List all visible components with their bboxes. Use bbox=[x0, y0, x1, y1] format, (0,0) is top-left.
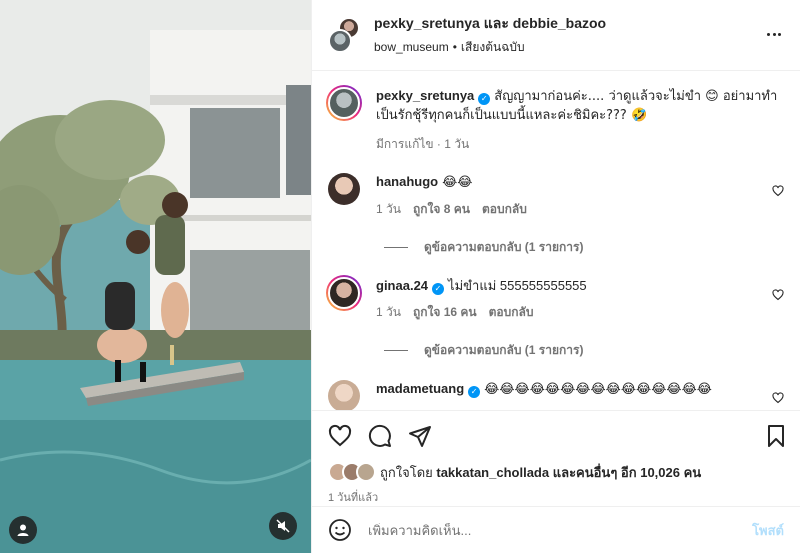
post-authors: pexky_sretunya และ debbie_bazoo bbox=[374, 13, 606, 35]
authors-conjunction: และ bbox=[483, 15, 509, 31]
comment-body: hanahugo 😂😂 1 วัน ถูกใจ 8 คน ตอบกลับ bbox=[376, 173, 784, 218]
avatar[interactable] bbox=[328, 173, 360, 205]
likes-prefix: ถูกใจโดย bbox=[380, 464, 433, 480]
header-text: pexky_sretunya และ debbie_bazoo bow_muse… bbox=[374, 13, 606, 57]
post-timestamp: 1 วันที่แล้ว bbox=[328, 492, 379, 504]
view-replies-label: ดูข้อความตอบกลับ (1 รายการ) bbox=[424, 240, 584, 254]
verified-badge-icon: ✓ bbox=[478, 93, 491, 105]
user-icon bbox=[17, 524, 29, 536]
post-actions bbox=[312, 410, 800, 460]
comment-body: madametuang ✓ 😂😂😂😂😂😂😂😂😂😂😂😂😂😂😂 bbox=[376, 380, 766, 410]
comment-username[interactable]: madametuang bbox=[376, 381, 464, 396]
comment: madametuang ✓ 😂😂😂😂😂😂😂😂😂😂😂😂😂😂😂 bbox=[328, 380, 784, 410]
reply-button[interactable]: ตอบกลับ bbox=[489, 303, 534, 321]
instagram-post-dialog: pexky_sretunya และ debbie_bazoo bow_muse… bbox=[0, 0, 800, 553]
post-comment-button[interactable]: โพสต์ bbox=[752, 520, 784, 541]
liker-avatars[interactable] bbox=[328, 462, 376, 482]
comment-username[interactable]: ginaa.24 bbox=[376, 278, 428, 293]
comment-likes[interactable]: ถูกใจ 8 คน bbox=[413, 200, 470, 218]
comment-input[interactable] bbox=[368, 522, 753, 538]
comment-icon[interactable] bbox=[368, 424, 392, 448]
video-frame bbox=[0, 0, 311, 553]
view-replies-label: ดูข้อความตอบกลับ (1 รายการ) bbox=[424, 343, 584, 357]
comment-time: 1 วัน bbox=[376, 305, 401, 319]
comment-text: ไม่ขำแม่ 555555555555 bbox=[448, 278, 587, 293]
view-replies-button[interactable]: ดูข้อความตอบกลับ (1 รายการ) bbox=[384, 341, 784, 360]
heart-icon[interactable] bbox=[772, 185, 784, 197]
reply-button[interactable]: ตอบกลับ bbox=[482, 200, 527, 218]
muted-speaker-icon bbox=[276, 519, 290, 533]
liker-username[interactable]: takkatan_chollada bbox=[436, 465, 549, 480]
audio-attribution: bow_museum • เสียงต้นฉบับ bbox=[374, 40, 525, 54]
comment-text: 😂😂😂😂😂😂😂😂😂😂😂😂😂😂😂 bbox=[484, 382, 712, 397]
comment: hanahugo 😂😂 1 วัน ถูกใจ 8 คน ตอบกลับ bbox=[328, 173, 784, 218]
mute-toggle-button[interactable] bbox=[269, 512, 297, 540]
bookmark-icon[interactable] bbox=[764, 424, 788, 448]
smiley-icon[interactable] bbox=[328, 518, 352, 542]
replies-divider bbox=[384, 350, 408, 351]
caption: pexky_sretunya ✓ สัญญามาก่อนค่ะ.... ว่าดูแ… bbox=[326, 85, 784, 153]
post-video[interactable] bbox=[0, 0, 311, 553]
verified-badge-icon: ✓ bbox=[432, 283, 445, 295]
avatar bbox=[328, 277, 360, 309]
comment: ginaa.24 ✓ ไม่ขำแม่ 555555555555 1 วัน ถูก… bbox=[326, 275, 784, 321]
audio-owner-link[interactable]: bow_museum bbox=[374, 40, 449, 54]
post-details-panel: pexky_sretunya และ debbie_bazoo bow_muse… bbox=[311, 0, 800, 553]
paper-plane-icon[interactable] bbox=[408, 424, 432, 448]
comment-body: ginaa.24 ✓ ไม่ขำแม่ 555555555555 1 วัน ถูก… bbox=[376, 277, 784, 321]
verified-badge-icon: ✓ bbox=[468, 386, 481, 398]
comment-meta: 1 วัน ถูกใจ 8 คน ตอบกลับ bbox=[376, 200, 784, 218]
tagged-users-button[interactable] bbox=[9, 516, 37, 544]
comment-likes[interactable]: ถูกใจ 16 คน bbox=[413, 303, 477, 321]
caption-body: pexky_sretunya ✓ สัญญามาก่อนค่ะ.... ว่าดูแ… bbox=[376, 87, 784, 153]
comment-composer: โพสต์ bbox=[312, 506, 800, 553]
more-options-icon-dot bbox=[777, 32, 781, 36]
avatar[interactable] bbox=[328, 380, 360, 410]
comment-username[interactable]: hanahugo bbox=[376, 174, 438, 189]
comment-text: 😂😂 bbox=[442, 175, 473, 190]
caption-meta: มีการแก้ไข · 1 วัน bbox=[376, 135, 784, 153]
heart-icon[interactable] bbox=[328, 424, 352, 448]
more-options-button[interactable] bbox=[764, 24, 784, 44]
comment-meta: 1 วัน ถูกใจ 16 คน ตอบกลับ bbox=[376, 303, 784, 321]
avatar bbox=[356, 462, 376, 482]
heart-icon[interactable] bbox=[772, 289, 784, 301]
replies-divider bbox=[384, 247, 408, 248]
post-header: pexky_sretunya และ debbie_bazoo bow_muse… bbox=[312, 0, 800, 71]
heart-icon[interactable] bbox=[772, 392, 784, 404]
story-ring[interactable] bbox=[326, 85, 362, 121]
comment-time: 1 วัน bbox=[376, 202, 401, 216]
edited-time: มีการแก้ไข · 1 วัน bbox=[376, 137, 470, 151]
avatar bbox=[328, 29, 352, 53]
original-audio-link[interactable]: เสียงต้นฉบับ bbox=[461, 40, 525, 54]
caption-username[interactable]: pexky_sretunya bbox=[376, 88, 474, 103]
more-options-icon bbox=[767, 32, 771, 36]
likes-summary: ถูกใจโดย takkatan_chollada และคนอื่นๆ อี… bbox=[312, 460, 800, 484]
likes-count[interactable]: และคนอื่นๆ อีก 10,026 คน bbox=[553, 465, 701, 480]
avatar bbox=[328, 87, 360, 119]
story-ring[interactable] bbox=[326, 275, 362, 311]
view-replies-button[interactable]: ดูข้อความตอบกลับ (1 รายการ) bbox=[384, 238, 784, 257]
author-link[interactable]: pexky_sretunya bbox=[374, 15, 480, 31]
more-options-icon-dot bbox=[772, 32, 776, 36]
collab-avatars[interactable] bbox=[328, 17, 360, 53]
comments-list[interactable]: pexky_sretunya ✓ สัญญามาก่อนค่ะ.... ว่าดูแ… bbox=[312, 71, 800, 410]
likes-text[interactable]: ถูกใจโดย takkatan_chollada และคนอื่นๆ อี… bbox=[380, 462, 701, 483]
author-link[interactable]: debbie_bazoo bbox=[513, 15, 606, 31]
